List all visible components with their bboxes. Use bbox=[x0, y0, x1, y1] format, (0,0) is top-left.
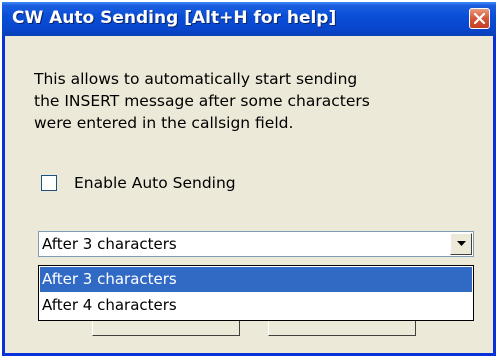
description-line: were entered in the callsign field. bbox=[34, 114, 294, 132]
close-button[interactable] bbox=[469, 8, 490, 29]
description-text: This allows to automatically start sendi… bbox=[34, 68, 454, 134]
window-title: CW Auto Sending [Alt+H for help] bbox=[12, 8, 337, 28]
close-icon bbox=[474, 13, 485, 24]
chevron-down-icon bbox=[457, 241, 466, 246]
enable-auto-sending-label[interactable]: Enable Auto Sending bbox=[74, 174, 236, 192]
enable-auto-sending-checkbox[interactable] bbox=[41, 175, 57, 191]
title-bar[interactable]: CW Auto Sending [Alt+H for help] bbox=[2, 2, 496, 36]
dropdown-option[interactable]: After 4 characters bbox=[40, 293, 472, 318]
dropdown-option[interactable]: After 3 characters bbox=[40, 267, 472, 292]
characters-select-value: After 3 characters bbox=[42, 235, 177, 253]
characters-select[interactable]: After 3 characters bbox=[38, 231, 474, 257]
description-line: This allows to automatically start sendi… bbox=[34, 70, 358, 88]
characters-dropdown-list[interactable]: After 3 characters After 4 characters bbox=[38, 265, 474, 321]
dropdown-button[interactable] bbox=[450, 233, 472, 255]
description-line: the INSERT message after some characters bbox=[34, 92, 370, 110]
